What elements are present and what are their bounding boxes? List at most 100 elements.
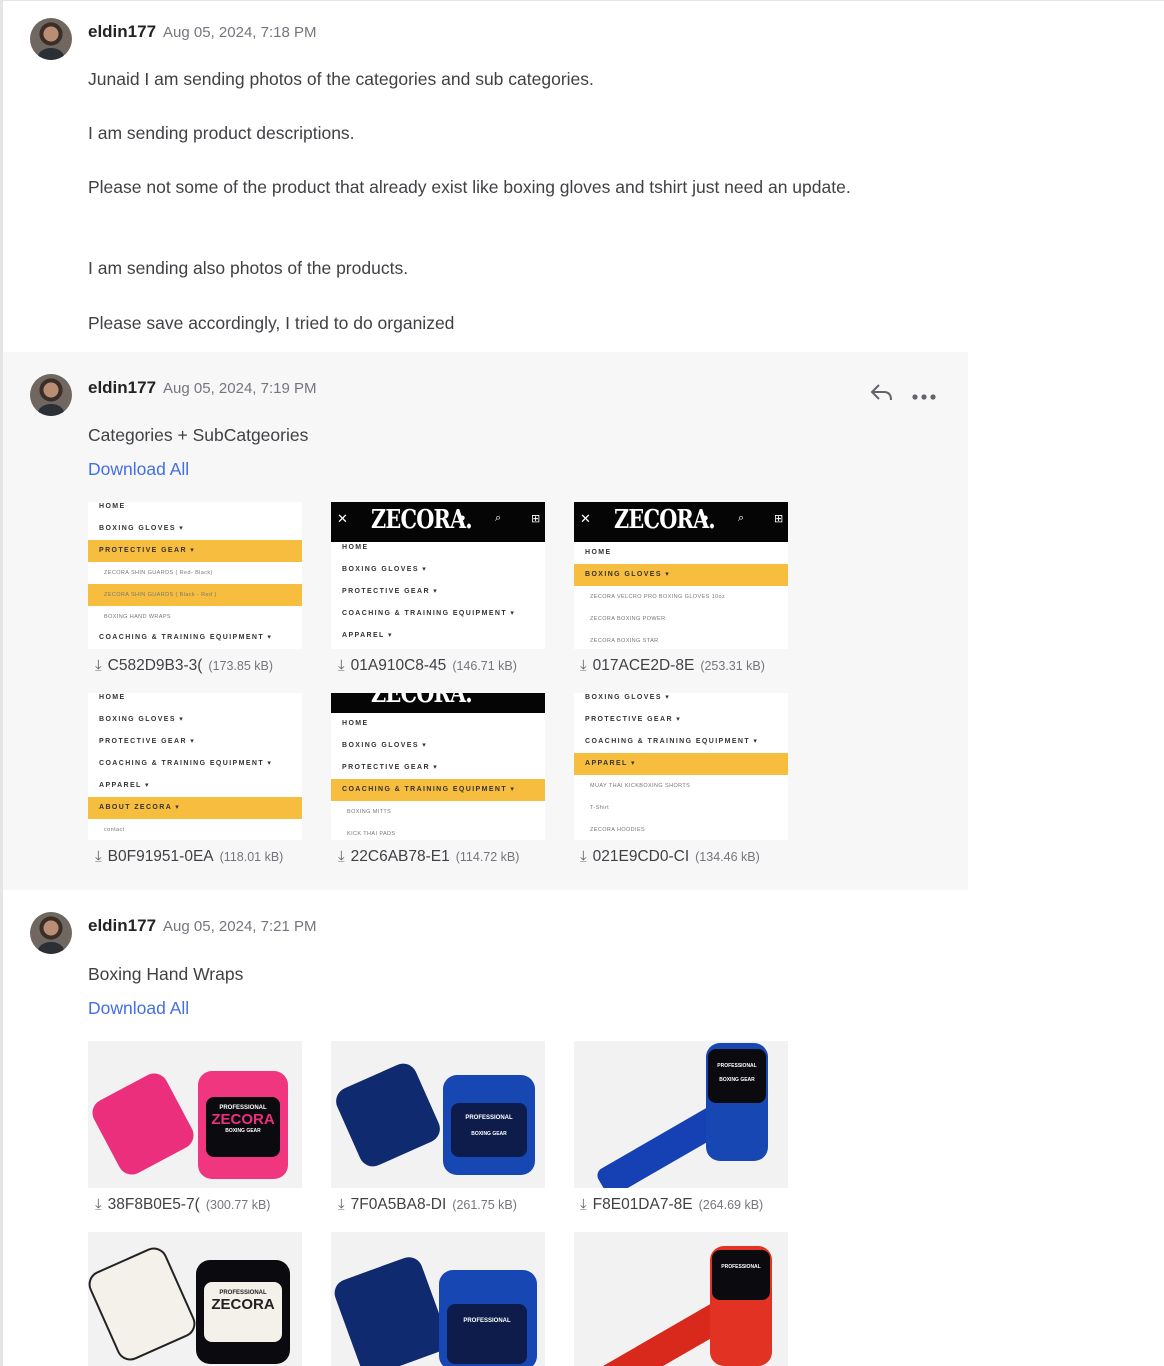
file-name[interactable]: B0F91951-0EA <box>108 848 214 866</box>
hand-wrap-roll <box>88 1243 200 1365</box>
file-name[interactable]: 01A910C8-45 <box>351 657 447 675</box>
attachment-thumbnail[interactable]: PROFESSIONAL ZECORA BOXING GEAR <box>88 1041 302 1188</box>
file-size: (118.01 kB) <box>219 850 284 864</box>
zecora-header: ✕ ZECORA. ● ⌕ ⊞ <box>574 502 788 542</box>
menu-line: PROTECTIVE GEAR ▾ <box>342 588 439 595</box>
attachment-thumbnail[interactable]: HOME BOXING GLOVES ▾ PROTECTIVE GEAR ▾ Z… <box>88 502 302 649</box>
file-name[interactable]: 7F0A5BA8-DI <box>351 1196 447 1214</box>
message-2: eldin177 Aug 05, 2024, 7:19 PM Categorie… <box>3 352 968 890</box>
file-name[interactable]: C582D9B3-3( <box>108 657 203 675</box>
file-size: (300.77 kB) <box>205 1198 271 1212</box>
message-paragraph: Please not some of the product that alre… <box>88 177 851 197</box>
menu-line: BOXING GLOVES ▾ <box>99 525 185 532</box>
menu-line: ABOUT ZECORA ▾ <box>88 797 302 819</box>
attachment-file: ⤓ 7F0A5BA8-DI (261.75 kB) <box>338 1196 558 1216</box>
attachment-thumbnail[interactable]: PROFESSIONAL <box>574 1232 788 1366</box>
menu-line: COACHING & TRAINING EQUIPMENT ▾ <box>342 610 516 617</box>
menu-line: COACHING & TRAINING EQUIPMENT ▾ <box>99 760 273 767</box>
hand-wrap-label: PROFESSIONAL ZECORA BOXING GEAR <box>206 1097 280 1157</box>
zecora-logo: ZECORA. <box>371 693 473 709</box>
username[interactable]: eldin177 <box>88 916 156 936</box>
message-3: eldin177 Aug 05, 2024, 7:21 PM Boxing Ha… <box>3 890 968 1366</box>
message-date: Aug 05, 2024, 7:19 PM <box>163 380 317 397</box>
download-icon[interactable]: ⤓ <box>338 848 345 865</box>
attachment-file: ⤓ C582D9B3-3( (173.85 kB) <box>95 657 315 677</box>
message-paragraph: Junaid I am sending photos of the catego… <box>88 69 594 89</box>
file-name[interactable]: 22C6AB78-E1 <box>351 848 450 866</box>
attachment-thumbnail[interactable]: PROFESSIONAL ZECORA <box>88 1232 302 1366</box>
file-size: (253.31 kB) <box>700 659 765 673</box>
file-name[interactable]: F8E01DA7-8E <box>593 1196 693 1214</box>
attachment-thumbnail[interactable]: ✕ ZECORA. ● ⌕ ⊞ HOME BOXING GLOVES ▾ PRO… <box>331 502 545 649</box>
attachment-file: ⤓ F8E01DA7-8E (264.69 kB) <box>580 1196 800 1216</box>
menu-line: PROTECTIVE GEAR ▾ <box>342 764 439 771</box>
message-text: Categories + SubCatgeories <box>88 425 309 445</box>
download-icon[interactable]: ⤓ <box>95 848 102 865</box>
message-paragraph: I am sending product descriptions. <box>88 123 355 143</box>
menu-line: COACHING & TRAINING EQUIPMENT ▾ <box>331 779 545 801</box>
message-header: eldin177 Aug 05, 2024, 7:18 PM <box>88 22 317 46</box>
file-name[interactable]: 021E9CD0-CI <box>593 848 690 866</box>
menu-line: BOXING GLOVES ▾ <box>99 716 185 723</box>
message-date: Aug 05, 2024, 7:18 PM <box>163 24 317 41</box>
menu-line: APPAREL ▾ <box>574 753 788 775</box>
download-all-link[interactable]: Download All <box>88 459 189 480</box>
cart-icon: ⊞ <box>531 513 541 525</box>
message-paragraph: Please save accordingly, I tried to do o… <box>88 313 455 333</box>
menu-line: PROTECTIVE GEAR ▾ <box>88 540 302 562</box>
menu-line: T-Shirt <box>590 805 609 811</box>
wrap-line: PROFESSIONAL <box>463 1318 511 1324</box>
wrap-brand: ZECORA <box>211 1111 275 1128</box>
menu-line: ZECORA VELCRO PRO BOXING GLOVES 10oz <box>590 594 726 600</box>
message-actions <box>870 382 936 408</box>
file-name[interactable]: 017ACE2D-8E <box>593 657 695 675</box>
close-icon: ✕ <box>580 511 591 526</box>
file-size: (261.75 kB) <box>452 1198 517 1212</box>
zecora-logo: ZECORA. <box>371 505 473 535</box>
attachment-thumbnail[interactable]: ZECORA. HOME BOXING GLOVES ▾ PROTECTIVE … <box>331 693 545 840</box>
username[interactable]: eldin177 <box>88 22 156 42</box>
hand-wrap-label: PROFESSIONAL <box>447 1304 527 1364</box>
wrap-line: BOXING GEAR <box>719 1077 755 1083</box>
hand-wrap-label: PROFESSIONAL BOXING GEAR <box>708 1049 766 1103</box>
message-header: eldin177 Aug 05, 2024, 7:21 PM <box>88 916 317 940</box>
file-name[interactable]: 38F8B0E5-7( <box>108 1196 200 1214</box>
avatar[interactable] <box>30 18 72 60</box>
download-all-link[interactable]: Download All <box>88 998 189 1019</box>
reply-icon[interactable] <box>870 382 894 408</box>
menu-line: PROTECTIVE GEAR ▾ <box>99 738 196 745</box>
message-header: eldin177 Aug 05, 2024, 7:19 PM <box>88 378 317 402</box>
attachment-thumbnail[interactable]: PROFESSIONAL <box>331 1232 545 1366</box>
download-icon[interactable]: ⤓ <box>580 657 587 674</box>
hand-wrap-roll <box>331 1059 445 1171</box>
download-icon[interactable]: ⤓ <box>580 848 587 865</box>
hand-wrap-roll <box>331 1253 452 1366</box>
download-icon[interactable]: ⤓ <box>95 657 102 674</box>
attachment-thumbnail[interactable]: PROFESSIONAL BOXING GEAR <box>574 1041 788 1188</box>
wrap-line: PROFESSIONAL <box>465 1115 513 1121</box>
download-icon[interactable]: ⤓ <box>580 1196 587 1213</box>
menu-line: ZECORA BOXING POWER <box>590 616 666 622</box>
message-paragraph: I am sending also photos of the products… <box>88 258 409 278</box>
close-icon: ✕ <box>337 511 348 526</box>
attachment-thumbnail[interactable]: HOME BOXING GLOVES ▾ PROTECTIVE GEAR ▾ C… <box>88 693 302 840</box>
download-icon[interactable]: ⤓ <box>95 1196 102 1213</box>
hand-wrap-label: PROFESSIONAL <box>712 1250 770 1300</box>
message-text: Boxing Hand Wraps <box>88 964 244 984</box>
download-icon[interactable]: ⤓ <box>338 1196 345 1213</box>
file-size: (173.85 kB) <box>208 659 274 673</box>
more-options-icon[interactable] <box>912 384 936 407</box>
avatar[interactable] <box>30 374 72 416</box>
attachment-thumbnail[interactable]: ✕ ZECORA. ● ⌕ ⊞ HOME BOXING GLOVES ▾ ZEC… <box>574 502 788 649</box>
attachment-thumbnail[interactable]: PROFESSIONAL BOXING GEAR <box>331 1041 545 1188</box>
download-icon[interactable]: ⤓ <box>338 657 345 674</box>
avatar[interactable] <box>30 912 72 954</box>
zecora-header: ✕ ZECORA. ● ⌕ ⊞ <box>331 502 545 542</box>
username[interactable]: eldin177 <box>88 378 156 398</box>
message-date: Aug 05, 2024, 7:21 PM <box>163 918 317 935</box>
attachment-file: ⤓ 021E9CD0-CI (134.46 kB) <box>580 848 800 868</box>
menu-line: HOME <box>342 720 369 727</box>
menu-line: ZECORA SHIN GUARDS ( Black - Red ) <box>88 584 302 606</box>
menu-line: COACHING & TRAINING EQUIPMENT ▾ <box>99 634 273 641</box>
attachment-thumbnail[interactable]: BOXING GLOVES ▾ PROTECTIVE GEAR ▾ COACHI… <box>574 693 788 840</box>
